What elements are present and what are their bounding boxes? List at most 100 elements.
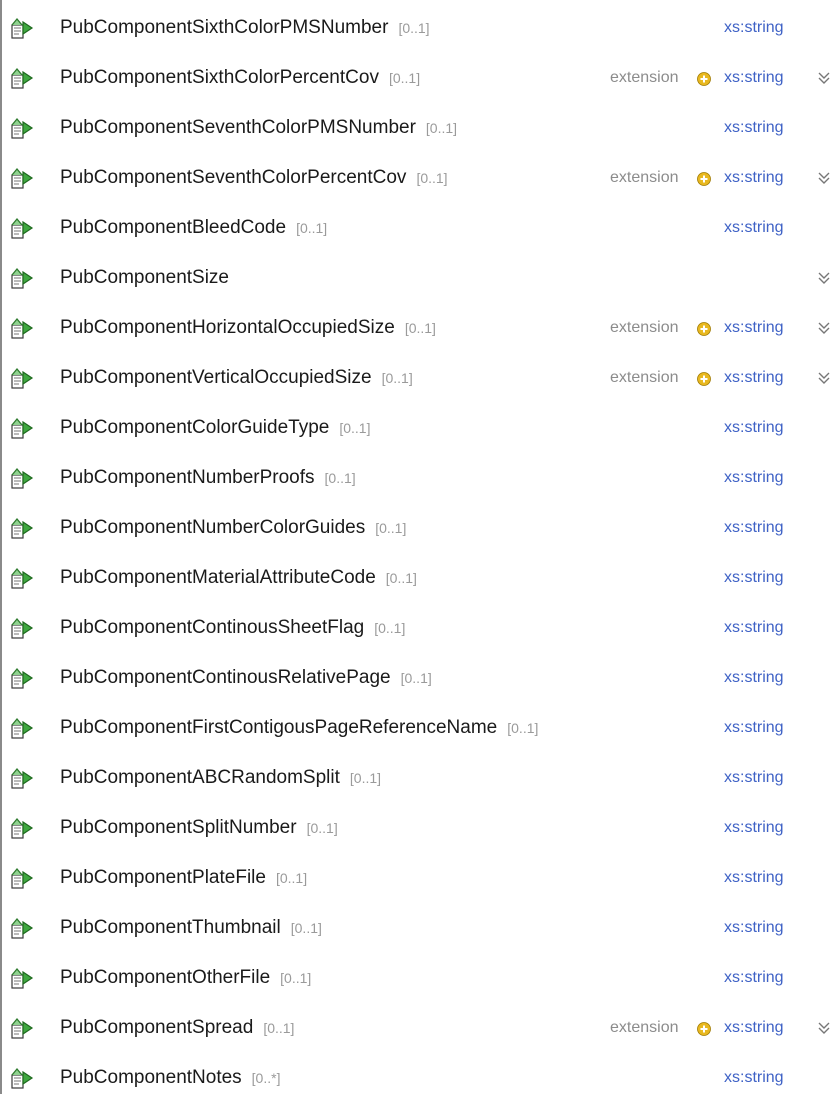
type-link[interactable]: xs:string <box>724 1019 784 1037</box>
type-link[interactable]: xs:string <box>724 769 784 787</box>
type-link[interactable]: xs:string <box>724 869 784 887</box>
element-icon <box>10 516 34 540</box>
element-name: PubComponentNotes [0..*] <box>60 1067 281 1088</box>
element-name: PubComponentSize <box>60 267 229 288</box>
element-row[interactable]: PubComponentNotes [0..*] xs:string <box>0 1053 836 1103</box>
element-name: PubComponentOtherFile [0..1] <box>60 967 312 988</box>
element-row[interactable]: PubComponentColorGuideType [0..1] xs:strin… <box>0 403 836 453</box>
double-chevron-down-icon[interactable] <box>817 1020 831 1036</box>
element-row[interactable]: PubComponentSize <box>0 253 836 303</box>
cardinality-label: [0..1] <box>404 320 436 336</box>
cardinality-label: [0..1] <box>416 170 448 186</box>
cardinality-label: [0..1] <box>398 20 430 36</box>
element-icon <box>10 416 34 440</box>
type-link[interactable]: xs:string <box>724 819 784 837</box>
type-link[interactable]: xs:string <box>724 369 784 387</box>
extension-label: extension <box>610 169 679 186</box>
element-icon <box>10 116 34 140</box>
type-link[interactable]: xs:string <box>724 619 784 637</box>
element-icon <box>10 316 34 340</box>
element-icon <box>10 1066 34 1090</box>
element-row[interactable]: PubComponentMaterialAttributeCode [0..1] x… <box>0 553 836 603</box>
element-row[interactable]: PubComponentSixthColorPMSNumber [0..1] xs:… <box>0 3 836 53</box>
element-row[interactable]: PubComponentThumbnail [0..1] xs:string <box>0 903 836 953</box>
element-row[interactable]: PubComponentContinousRelativePage [0..1] x… <box>0 653 836 703</box>
element-row[interactable]: PubComponentHorizontalOccupiedSize [0..1]… <box>0 303 836 353</box>
type-link[interactable]: xs:string <box>724 219 784 237</box>
element-row[interactable]: PubComponentContinousSheetFlag [0..1] xs:s… <box>0 603 836 653</box>
extension-label: extension <box>610 1019 679 1036</box>
cardinality-label: [0..1] <box>388 70 421 86</box>
type-link[interactable]: xs:string <box>724 1069 784 1087</box>
type-link[interactable]: xs:string <box>724 19 784 37</box>
plus-icon <box>697 1022 711 1036</box>
element-icon <box>10 916 34 940</box>
element-icon <box>10 566 34 590</box>
double-chevron-down-icon[interactable] <box>817 370 831 386</box>
element-name: PubComponentColorGuideType [0..1] <box>60 417 371 438</box>
cardinality-label: [0..1] <box>339 420 371 436</box>
plus-icon <box>697 172 711 186</box>
element-icon <box>10 816 34 840</box>
type-link[interactable]: xs:string <box>724 169 784 187</box>
cardinality-label: [0..1] <box>296 220 328 236</box>
double-chevron-down-icon[interactable] <box>817 70 831 86</box>
double-chevron-down-icon[interactable] <box>817 170 831 186</box>
element-name: PubComponentSixthColorPercentCov [0..1] <box>60 67 421 88</box>
type-link[interactable]: xs:string <box>724 69 784 87</box>
element-icon <box>10 16 34 40</box>
extension-label: extension <box>610 319 679 336</box>
element-row[interactable]: PubComponentSpread [0..1] extension xs:stri… <box>0 1003 836 1053</box>
type-link[interactable]: xs:string <box>724 469 784 487</box>
element-name: PubComponentContinousSheetFlag [0..1] <box>60 617 406 638</box>
cardinality-label: [0..*] <box>251 1070 281 1086</box>
element-name: PubComponentSpread [0..1] <box>60 1017 295 1038</box>
element-row[interactable]: PubComponentSplitNumber [0..1] xs:string <box>0 803 836 853</box>
cardinality-label: [0..1] <box>349 770 382 786</box>
element-name: PubComponentABCRandomSplit [0..1] <box>60 767 382 788</box>
plus-icon <box>697 72 711 86</box>
type-link[interactable]: xs:string <box>724 969 784 987</box>
type-link[interactable]: xs:string <box>724 419 784 437</box>
extension-label: extension <box>610 69 679 86</box>
element-icon <box>10 216 34 240</box>
element-row[interactable]: PubComponentPlateFile [0..1] xs:string <box>0 853 836 903</box>
element-icon <box>10 1016 34 1040</box>
element-row[interactable]: PubComponentSeventhColorPMSNumber [0..1] x… <box>0 103 836 153</box>
cardinality-label: [0..1] <box>507 720 539 736</box>
element-name: PubComponentSplitNumber [0..1] <box>60 817 338 838</box>
extension-label: extension <box>610 369 679 386</box>
element-row[interactable]: PubComponentVerticalOccupiedSize [0..1] ex… <box>0 353 836 403</box>
cardinality-label: [0..1] <box>263 1020 295 1036</box>
element-icon <box>10 716 34 740</box>
type-link[interactable]: xs:string <box>724 119 784 137</box>
type-link[interactable]: xs:string <box>724 569 784 587</box>
element-row[interactable]: PubComponentFirstContigousPageReferenceN… <box>0 703 836 753</box>
element-row[interactable]: PubComponentOtherFile [0..1] xs:string <box>0 953 836 1003</box>
cardinality-label: [0..1] <box>375 520 407 536</box>
double-chevron-down-icon[interactable] <box>817 270 831 286</box>
element-icon <box>10 666 34 690</box>
element-row[interactable]: PubComponentBleedCode [0..1] xs:string <box>0 203 836 253</box>
element-row[interactable]: PubComponentSixthColorPercentCov [0..1] ex… <box>0 53 836 103</box>
element-row[interactable]: PubComponentNumberProofs [0..1] xs:string <box>0 453 836 503</box>
element-icon <box>10 166 34 190</box>
element-name: PubComponentNumberColorGuides [0..1] <box>60 517 407 538</box>
type-link[interactable]: xs:string <box>724 669 784 687</box>
cardinality-label: [0..1] <box>275 870 308 886</box>
element-name: PubComponentSeventhColorPercentCov [0..1] <box>60 167 448 188</box>
element-row[interactable]: PubComponentABCRandomSplit [0..1] xs:strin… <box>0 753 836 803</box>
type-link[interactable]: xs:string <box>724 719 784 737</box>
double-chevron-down-icon[interactable] <box>817 320 831 336</box>
element-name: PubComponentNumberProofs [0..1] <box>60 467 356 488</box>
type-link[interactable]: xs:string <box>724 519 784 537</box>
plus-icon <box>697 372 711 386</box>
element-name: PubComponentSixthColorPMSNumber [0..1] <box>60 17 430 38</box>
element-row[interactable]: PubComponentNumberColorGuides [0..1] xs:st… <box>0 503 836 553</box>
element-icon <box>10 866 34 890</box>
element-name: PubComponentThumbnail [0..1] <box>60 917 322 938</box>
element-name: PubComponentMaterialAttributeCode [0..1] <box>60 567 417 588</box>
element-row[interactable]: PubComponentSeventhColorPercentCov [0..1]… <box>0 153 836 203</box>
type-link[interactable]: xs:string <box>724 319 784 337</box>
type-link[interactable]: xs:string <box>724 919 784 937</box>
